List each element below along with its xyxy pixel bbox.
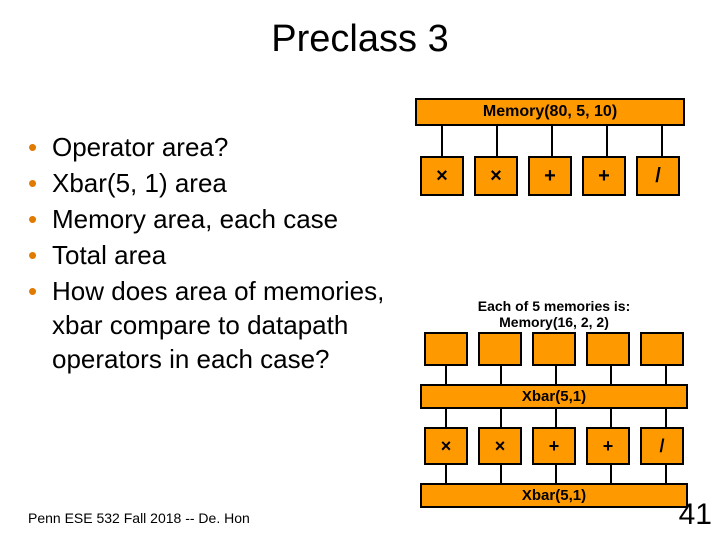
list-item: • Operator area?: [28, 130, 388, 164]
operator-divide: /: [640, 427, 684, 465]
operator-divide: /: [636, 156, 680, 196]
bullet-icon: •: [28, 166, 52, 200]
operator-multiply: ×: [420, 156, 464, 196]
connector-lines: [424, 465, 684, 483]
operator-row: × × + + /: [420, 156, 680, 196]
bullet-icon: •: [28, 130, 52, 164]
diagram-memory-split: Each of 5 memories is: Memory(16, 2, 2) …: [404, 298, 704, 508]
footer-text: Penn ESE 532 Fall 2018 -- De. Hon: [28, 510, 250, 526]
memory-block-small: [532, 332, 576, 366]
operator-add: +: [582, 156, 626, 196]
memory-block-small: [640, 332, 684, 366]
diagram-caption: Each of 5 memories is: Memory(16, 2, 2): [404, 298, 704, 330]
operator-multiply: ×: [478, 427, 522, 465]
list-item: • Memory area, each case: [28, 202, 388, 236]
operator-row: × × + + /: [424, 427, 684, 465]
connector-lines: [420, 126, 680, 156]
memory-block-small: [478, 332, 522, 366]
bullet-text: Operator area?: [52, 130, 228, 164]
operator-add: +: [532, 427, 576, 465]
page-number: 41: [679, 498, 712, 532]
connector-lines: [424, 409, 684, 427]
operator-add: +: [528, 156, 572, 196]
memory-block-small: [424, 332, 468, 366]
memory-row: [424, 332, 684, 366]
xbar-block: Xbar(5,1): [420, 483, 688, 508]
bullet-icon: •: [28, 238, 52, 272]
bullet-icon: •: [28, 274, 52, 308]
bullet-text: Memory area, each case: [52, 202, 338, 236]
memory-block: Memory(80, 5, 10): [415, 98, 685, 126]
bullet-list: • Operator area? • Xbar(5, 1) area • Mem…: [28, 130, 388, 378]
memory-block-small: [586, 332, 630, 366]
bullet-text: How does area of memories, xbar compare …: [52, 274, 388, 376]
bullet-text: Xbar(5, 1) area: [52, 166, 227, 200]
list-item: • Xbar(5, 1) area: [28, 166, 388, 200]
connector-lines: [424, 366, 684, 384]
operator-add: +: [586, 427, 630, 465]
bullet-text: Total area: [52, 238, 166, 272]
list-item: • Total area: [28, 238, 388, 272]
xbar-block: Xbar(5,1): [420, 384, 688, 409]
slide-title: Preclass 3: [0, 0, 720, 61]
operator-multiply: ×: [424, 427, 468, 465]
bullet-icon: •: [28, 202, 52, 236]
list-item: • How does area of memories, xbar compar…: [28, 274, 388, 376]
operator-multiply: ×: [474, 156, 518, 196]
diagram-memory-single: Memory(80, 5, 10) × × + + /: [400, 98, 700, 196]
